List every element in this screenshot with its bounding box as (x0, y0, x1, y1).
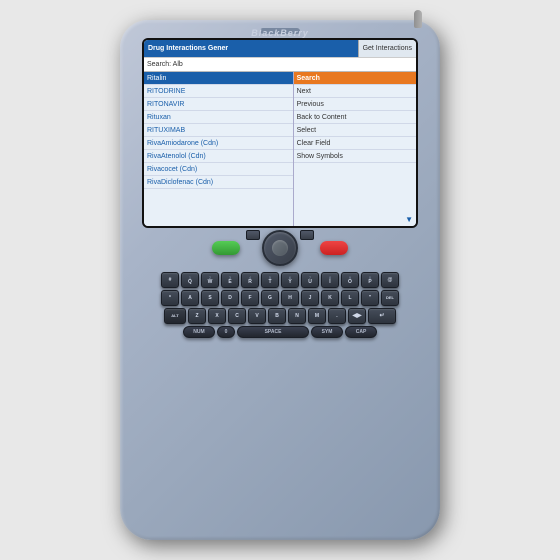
screen-bezel: Drug Interactions Gener Get Interactions… (142, 38, 418, 228)
navigation-buttons (142, 230, 418, 266)
header-title: Drug Interactions Gener (148, 45, 228, 52)
keyboard-row-3: ALT Z X C V B N M . ◀▶ ↵ (136, 308, 424, 324)
key-cap[interactable]: CAP (345, 326, 377, 338)
device-body: BlackBerry Drug Interactions Gener Get I… (120, 20, 440, 540)
list-item[interactable]: RivaAtenolol (Cdn) (144, 150, 293, 163)
context-menu-item-symbols[interactable]: Show Symbols (294, 150, 416, 163)
context-menu-item-search[interactable]: Search (294, 72, 416, 85)
key-a[interactable]: A (181, 290, 199, 306)
key-r[interactable]: 4R (241, 272, 259, 288)
drug-list[interactable]: Ritalin RITODRINE RITONAVIR Rituxan RITU (144, 72, 294, 226)
key-h[interactable]: H (281, 290, 299, 306)
end-button[interactable] (320, 241, 348, 255)
context-menu-item-select[interactable]: Select (294, 124, 416, 137)
key-e[interactable]: 3E (221, 272, 239, 288)
context-menu: Search Next Previous Back to Content Sel (294, 72, 416, 226)
device-screen: Drug Interactions Gener Get Interactions… (144, 40, 416, 226)
key-b[interactable]: B (268, 308, 286, 324)
list-item[interactable]: Rivacocet (Cdn) (144, 163, 293, 176)
keyboard-row-1: # 1Q 2W 3E 4R 5T 6Y 7U 8I 9O 0P @ (136, 272, 424, 288)
key-o[interactable]: 9O (341, 272, 359, 288)
list-item[interactable]: Ritalin (144, 72, 293, 85)
context-menu-item-next[interactable]: Next (294, 85, 416, 98)
key-u[interactable]: 7U (301, 272, 319, 288)
key-m[interactable]: M (308, 308, 326, 324)
key-s[interactable]: S (201, 290, 219, 306)
key-g[interactable]: G (261, 290, 279, 306)
key-volume[interactable]: ◀▶ (348, 308, 366, 324)
key-space[interactable]: SPACE (237, 326, 309, 338)
key-q[interactable]: 1Q (181, 272, 199, 288)
blackberry-device: BlackBerry Drug Interactions Gener Get I… (120, 20, 440, 540)
keyboard: # 1Q 2W 3E 4R 5T 6Y 7U 8I 9O 0P @ * A S … (136, 272, 424, 520)
key-i[interactable]: 8I (321, 272, 339, 288)
trackball[interactable] (262, 230, 298, 266)
context-menu-item-clear[interactable]: Clear Field (294, 137, 416, 150)
context-menu-item-back[interactable]: Back to Content (294, 111, 416, 124)
key-k[interactable]: K (321, 290, 339, 306)
key-w[interactable]: 2W (201, 272, 219, 288)
list-item[interactable]: RITODRINE (144, 85, 293, 98)
key-y[interactable]: 6Y (281, 272, 299, 288)
key-t[interactable]: 5T (261, 272, 279, 288)
scroll-down-icon: ▼ (405, 215, 413, 224)
key-f[interactable]: F (241, 290, 259, 306)
key-del[interactable]: DEL (381, 290, 399, 306)
keyboard-bottom-row: NUM 0 SPACE SYM CAP (136, 326, 424, 338)
key-d[interactable]: D (221, 290, 239, 306)
list-item[interactable]: RivaAmiodarone (Cdn) (144, 137, 293, 150)
key-sym[interactable]: SYM (311, 326, 343, 338)
key-period[interactable]: . (328, 308, 346, 324)
list-item[interactable]: Rituxan (144, 111, 293, 124)
header-action-area[interactable]: Get Interactions (358, 40, 416, 57)
list-item[interactable]: RITUXIMAB (144, 124, 293, 137)
keyboard-row-2: * A S D F G H J K L " DEL (136, 290, 424, 306)
screen-content: Ritalin RITODRINE RITONAVIR Rituxan RITU (144, 72, 416, 226)
key-n[interactable]: N (288, 308, 306, 324)
key-v[interactable]: V (248, 308, 266, 324)
key-at[interactable]: @ (381, 272, 399, 288)
search-value: Search: Alb (147, 61, 183, 68)
key-c[interactable]: C (228, 308, 246, 324)
key-hash[interactable]: # (161, 272, 179, 288)
key-l[interactable]: L (341, 290, 359, 306)
key-x[interactable]: X (208, 308, 226, 324)
header-title-area: Drug Interactions Gener (144, 40, 358, 57)
key-num[interactable]: NUM (183, 326, 215, 338)
antenna (414, 10, 422, 28)
brand-logo: BlackBerry (251, 28, 309, 38)
key-0[interactable]: 0 (217, 326, 235, 338)
key-star[interactable]: * (161, 290, 179, 306)
key-z[interactable]: Z (188, 308, 206, 324)
search-bar[interactable]: Search: Alb (144, 58, 416, 72)
screen-header: Drug Interactions Gener Get Interactions (144, 40, 416, 58)
key-enter[interactable]: ↵ (368, 308, 396, 324)
context-menu-item-previous[interactable]: Previous (294, 98, 416, 111)
list-item[interactable]: RivaDiclofenac (Cdn) (144, 176, 293, 189)
header-action-label: Get Interactions (363, 45, 412, 52)
list-item[interactable]: RITONAVIR (144, 98, 293, 111)
key-p[interactable]: 0P (361, 272, 379, 288)
key-j[interactable]: J (301, 290, 319, 306)
key-quote[interactable]: " (361, 290, 379, 306)
trackball-inner (272, 240, 288, 256)
call-button[interactable] (212, 241, 240, 255)
key-alt[interactable]: ALT (164, 308, 186, 324)
